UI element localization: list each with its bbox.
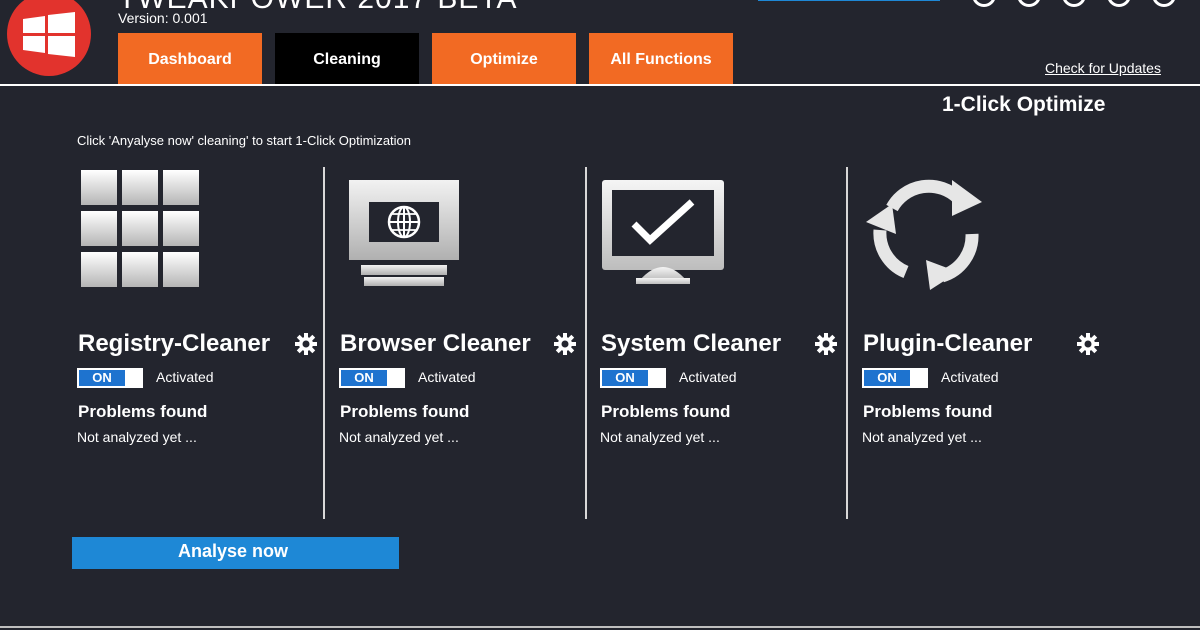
toggle-on-label: ON bbox=[864, 370, 910, 386]
registry-cleaner-module: Registry-Cleaner ON Activated Problems f… bbox=[77, 160, 317, 460]
refresh-arrows-icon bbox=[866, 179, 982, 290]
toggle-on-label: ON bbox=[602, 370, 648, 386]
module-title: Browser Cleaner bbox=[340, 330, 531, 357]
browser-cleaner-module: Browser Cleaner ON Activated Problems fo… bbox=[339, 160, 579, 460]
status-label: Activated bbox=[418, 369, 476, 385]
module-title: Registry-Cleaner bbox=[78, 330, 271, 357]
section-title: 1-Click Optimize bbox=[942, 93, 1106, 116]
system-check-monitor-icon bbox=[602, 180, 724, 284]
header-progress-bar bbox=[758, 0, 940, 1]
app-version: Version: 0.001 bbox=[118, 10, 208, 26]
activation-toggle[interactable]: ON bbox=[77, 368, 143, 388]
toggle-on-label: ON bbox=[341, 370, 387, 386]
problems-found-label: Problems found bbox=[78, 402, 208, 421]
window-control-icon[interactable] bbox=[1152, 0, 1176, 7]
plugin-cleaner-module: Plugin-Cleaner ON Activated Problems fou… bbox=[862, 160, 1102, 460]
toggle-on-label: ON bbox=[79, 370, 125, 386]
window-control-icon[interactable] bbox=[1107, 0, 1131, 7]
tab-dashboard[interactable]: Dashboard bbox=[118, 33, 262, 85]
window-control-icon[interactable] bbox=[1017, 0, 1041, 7]
column-divider bbox=[846, 167, 848, 519]
system-cleaner-module: System Cleaner ON Activated Problems fou… bbox=[600, 160, 840, 460]
problems-found-value: Not analyzed yet ... bbox=[862, 429, 982, 445]
window-control-icon[interactable] bbox=[1062, 0, 1086, 7]
problems-found-value: Not analyzed yet ... bbox=[339, 429, 459, 445]
gear-icon[interactable] bbox=[1076, 332, 1100, 356]
windows-logo-icon bbox=[23, 12, 75, 57]
column-divider bbox=[323, 167, 325, 519]
analyse-now-button[interactable]: Analyse now bbox=[72, 537, 399, 569]
problems-found-value: Not analyzed yet ... bbox=[77, 429, 197, 445]
gear-icon[interactable] bbox=[814, 332, 838, 356]
problems-found-label: Problems found bbox=[863, 402, 993, 421]
tab-cleaning[interactable]: Cleaning bbox=[275, 33, 419, 85]
module-title: System Cleaner bbox=[601, 330, 782, 357]
window-control-icon[interactable] bbox=[972, 0, 996, 7]
app-logo bbox=[7, 0, 91, 76]
instruction-text: Click 'Anyalyse now' cleaning' to start … bbox=[77, 133, 412, 148]
browser-monitor-icon bbox=[349, 180, 459, 286]
tab-divider bbox=[0, 84, 1200, 86]
problems-found-label: Problems found bbox=[340, 402, 470, 421]
tab-optimize[interactable]: Optimize bbox=[432, 33, 576, 85]
status-label: Activated bbox=[679, 369, 737, 385]
analyse-now-label: Analyse now bbox=[178, 541, 289, 561]
status-label: Activated bbox=[156, 369, 214, 385]
activation-toggle[interactable]: ON bbox=[862, 368, 928, 388]
module-title: Plugin-Cleaner bbox=[863, 330, 1033, 357]
problems-found-label: Problems found bbox=[601, 402, 731, 421]
gear-icon[interactable] bbox=[553, 332, 577, 356]
gear-icon[interactable] bbox=[294, 332, 318, 356]
problems-found-value: Not analyzed yet ... bbox=[600, 429, 720, 445]
activation-toggle[interactable]: ON bbox=[339, 368, 405, 388]
activation-toggle[interactable]: ON bbox=[600, 368, 666, 388]
footer-divider bbox=[0, 626, 1200, 628]
column-divider bbox=[585, 167, 587, 519]
tab-all-functions[interactable]: All Functions bbox=[589, 33, 733, 85]
check-for-updates-link[interactable]: Check for Updates bbox=[1045, 60, 1161, 76]
status-label: Activated bbox=[941, 369, 999, 385]
registry-grid-icon bbox=[81, 170, 199, 287]
